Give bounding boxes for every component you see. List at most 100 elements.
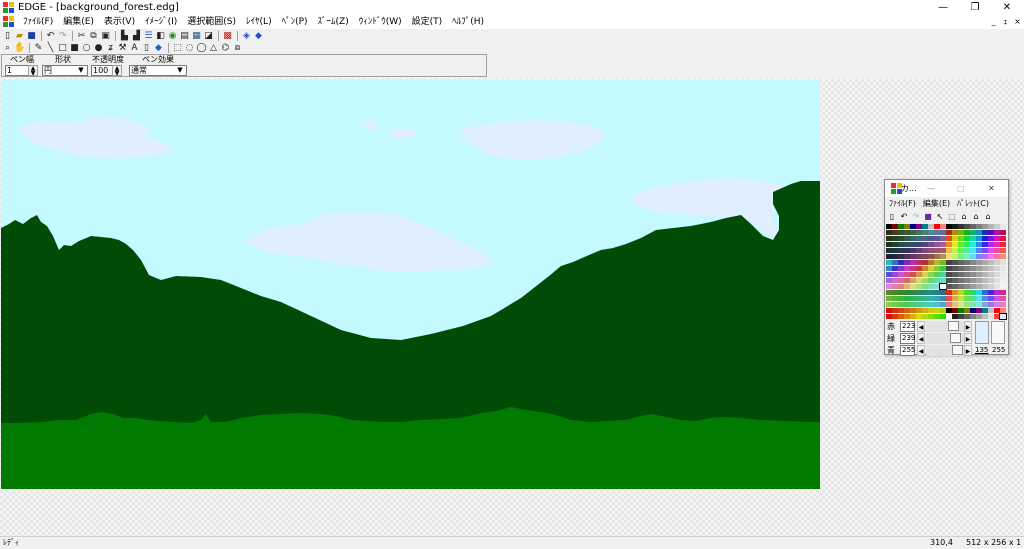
green-slider-left-arrow[interactable]: ◀ [917, 333, 925, 344]
image-settings-icon[interactable]: ◉ [167, 31, 178, 42]
minimize-button[interactable]: — [928, 0, 958, 15]
text-icon[interactable]: A [129, 43, 140, 54]
redo-icon[interactable]: ↷ [911, 212, 921, 222]
preview-icon[interactable]: ◪ [203, 31, 214, 42]
color-menu-palette[interactable]: ﾊﾟﾚｯﾄ(C) [953, 197, 992, 210]
filled-rect-icon[interactable]: ■ [69, 43, 80, 54]
color-menu-edit[interactable]: 編集(E) [919, 197, 953, 210]
undo-icon[interactable]: ↶ [899, 212, 909, 222]
red-slider-left-arrow[interactable]: ◀ [917, 321, 925, 332]
blue-slider-left-arrow[interactable]: ◀ [917, 345, 925, 356]
color-swatch[interactable] [1000, 308, 1006, 313]
spray-icon[interactable]: ʑ [105, 43, 116, 54]
menu-image[interactable]: ｲﾒｰｼﾞ(I) [140, 15, 182, 29]
menu-settings[interactable]: 設定(T) [407, 15, 448, 29]
palette-icon[interactable]: ■ [923, 212, 933, 222]
open-folder-icon[interactable]: ▰ [14, 31, 25, 42]
menu-zoom[interactable]: ｽﾞｰﾑ(Z) [313, 15, 354, 29]
new-file-icon[interactable]: ▯ [2, 31, 13, 42]
ellipse-select-icon[interactable]: ◌ [184, 43, 195, 54]
layer-merge-icon[interactable]: ▟ [131, 31, 142, 42]
chevron-down-icon[interactable]: ▼ [175, 66, 185, 75]
menu-view[interactable]: 表示(V) [99, 15, 140, 29]
save-icon[interactable]: ■ [26, 31, 37, 42]
animation-icon[interactable]: ◈ [241, 31, 252, 42]
redo-icon[interactable]: ↷ [57, 31, 68, 42]
color-swatch[interactable] [1000, 224, 1006, 229]
close-icon[interactable]: ✕ [988, 180, 995, 197]
menu-help[interactable]: ﾍﾙﾌﾟ(H) [447, 15, 489, 29]
color-swatch[interactable] [1000, 266, 1006, 271]
magic-wand-icon[interactable]: ⌬ [220, 43, 231, 54]
green-slider-right-arrow[interactable]: ▶ [964, 333, 972, 344]
hand-icon[interactable]: ✋ [14, 43, 25, 54]
copy-icon[interactable]: ⧉ [88, 31, 99, 42]
color-swatch[interactable] [999, 313, 1007, 320]
color-swatch[interactable] [1000, 260, 1006, 265]
rect-icon[interactable]: □ [57, 43, 68, 54]
document-icon[interactable] [3, 16, 15, 28]
paste-icon[interactable]: ▣ [100, 31, 111, 42]
color-window[interactable]: カ... — □ ✕ ﾌｧｲﾙ(F) 編集(E) ﾊﾟﾚｯﾄ(C) ▯ ↶ ↷ … [884, 179, 1009, 356]
picker-icon[interactable]: ↖ [935, 212, 945, 222]
pen-width-input[interactable]: 1 [5, 65, 29, 76]
color-swatch[interactable] [1000, 296, 1006, 301]
layer-list-icon[interactable]: ☰ [143, 31, 154, 42]
color-window-titlebar[interactable]: カ... — □ ✕ [885, 180, 1008, 197]
chevron-down-icon[interactable]: ▼ [76, 66, 86, 75]
menu-window[interactable]: ｳｨﾝﾄﾞｳ(W) [354, 15, 407, 29]
fill-icon[interactable]: ◆ [153, 43, 164, 54]
pen-width-spinner[interactable]: ▲ ▼ [28, 65, 38, 77]
menu-file[interactable]: ﾌｧｲﾙ(F) [18, 15, 58, 29]
green-value[interactable]: 239 [900, 333, 915, 344]
blue-value[interactable]: 255 [900, 345, 915, 356]
blue-slider-right-arrow[interactable]: ▶ [964, 345, 972, 356]
mdi-close-button[interactable]: × [1012, 17, 1023, 27]
color-index[interactable]: 135 [975, 345, 988, 356]
green-slider-thumb[interactable] [950, 333, 961, 343]
menu-selection[interactable]: 選択範囲(S) [182, 15, 241, 29]
bucket-icon[interactable]: ▯ [141, 43, 152, 54]
color-swatch[interactable] [1000, 290, 1006, 295]
select-icon[interactable]: ⬚ [947, 212, 957, 222]
red-slider-thumb[interactable] [948, 321, 959, 331]
opacity-input[interactable]: 100 [91, 65, 113, 76]
color-swatch[interactable] [1000, 254, 1006, 259]
tone-1-icon[interactable]: ⌂ [959, 212, 969, 222]
menu-pen[interactable]: ﾍﾟﾝ(P) [277, 15, 313, 29]
color-swatch[interactable] [1000, 302, 1006, 307]
tone-3-icon[interactable]: ⌂ [983, 212, 993, 222]
opacity-spinner[interactable]: ▲ ▼ [112, 65, 122, 77]
tone-2-icon[interactable]: ⌂ [971, 212, 981, 222]
blue-slider-thumb[interactable] [952, 345, 963, 355]
image-canvas[interactable] [1, 80, 820, 489]
filled-ellipse-icon[interactable]: ● [93, 43, 104, 54]
color-menu-file[interactable]: ﾌｧｲﾙ(F) [885, 197, 919, 210]
layer-icon[interactable]: ▙ [119, 31, 130, 42]
image-flip-icon[interactable]: ◧ [155, 31, 166, 42]
zoom-icon[interactable]: ⌕ [2, 43, 13, 54]
mdi-restore-button[interactable]: ｪ [1000, 17, 1011, 27]
mdi-minimize-button[interactable]: _ [988, 17, 999, 27]
animation-play-icon[interactable]: ◆ [253, 31, 264, 42]
grid-icon[interactable]: ▩ [222, 31, 233, 42]
work-area[interactable] [0, 79, 1024, 536]
pen-icon[interactable]: ✎ [33, 43, 44, 54]
color-swatches[interactable] [886, 224, 1007, 320]
menu-edit[interactable]: 編集(E) [58, 15, 99, 29]
screen-icon[interactable]: ▦ [191, 31, 202, 42]
select-add-icon[interactable]: ⧈ [232, 43, 243, 54]
color-swatch[interactable] [1000, 236, 1006, 241]
minimize-icon[interactable]: — [927, 180, 935, 197]
menu-layer[interactable]: ﾚｲﾔ(L) [241, 15, 277, 29]
lasso-select-icon[interactable]: ◯ [196, 43, 207, 54]
color-swatch[interactable] [1000, 248, 1006, 253]
undo-icon[interactable]: ↶ [45, 31, 56, 42]
rect-select-icon[interactable]: ⬚ [172, 43, 183, 54]
maximize-icon[interactable]: □ [957, 180, 965, 197]
maximize-button[interactable]: ❐ [960, 0, 990, 15]
color-swatch[interactable] [1000, 278, 1006, 283]
red-slider-right-arrow[interactable]: ▶ [964, 321, 972, 332]
red-value[interactable]: 223 [900, 321, 915, 332]
color-swatch[interactable] [1000, 242, 1006, 247]
